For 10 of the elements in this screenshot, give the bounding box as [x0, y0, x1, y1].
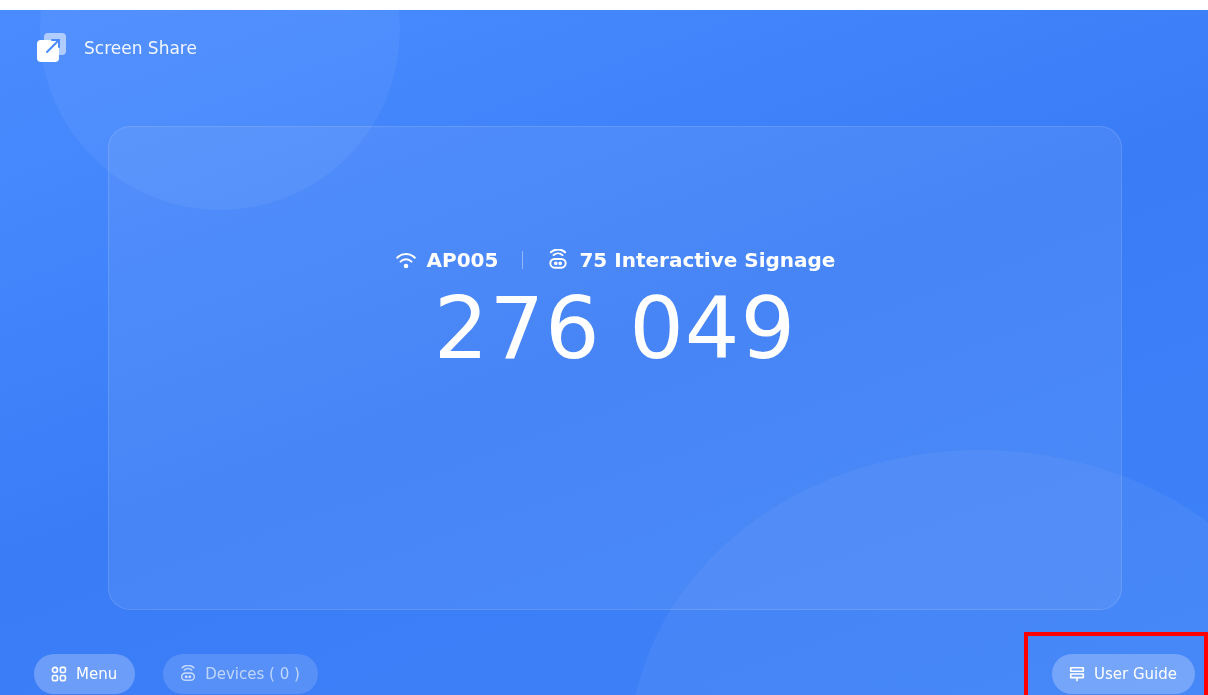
menu-button[interactable]: Menu: [34, 654, 136, 694]
grid-icon: [50, 665, 68, 683]
device-name: 75 Interactive Signage: [579, 248, 836, 272]
app-title: Screen Share: [84, 38, 197, 58]
signpost-icon: [1068, 665, 1086, 683]
pin-code: 276 049: [433, 278, 797, 378]
guide-button[interactable]: User Guide: [1052, 654, 1195, 694]
cast-device-icon: [179, 665, 198, 683]
cast-device-icon: [547, 249, 570, 271]
network-name: AP005: [426, 248, 499, 272]
